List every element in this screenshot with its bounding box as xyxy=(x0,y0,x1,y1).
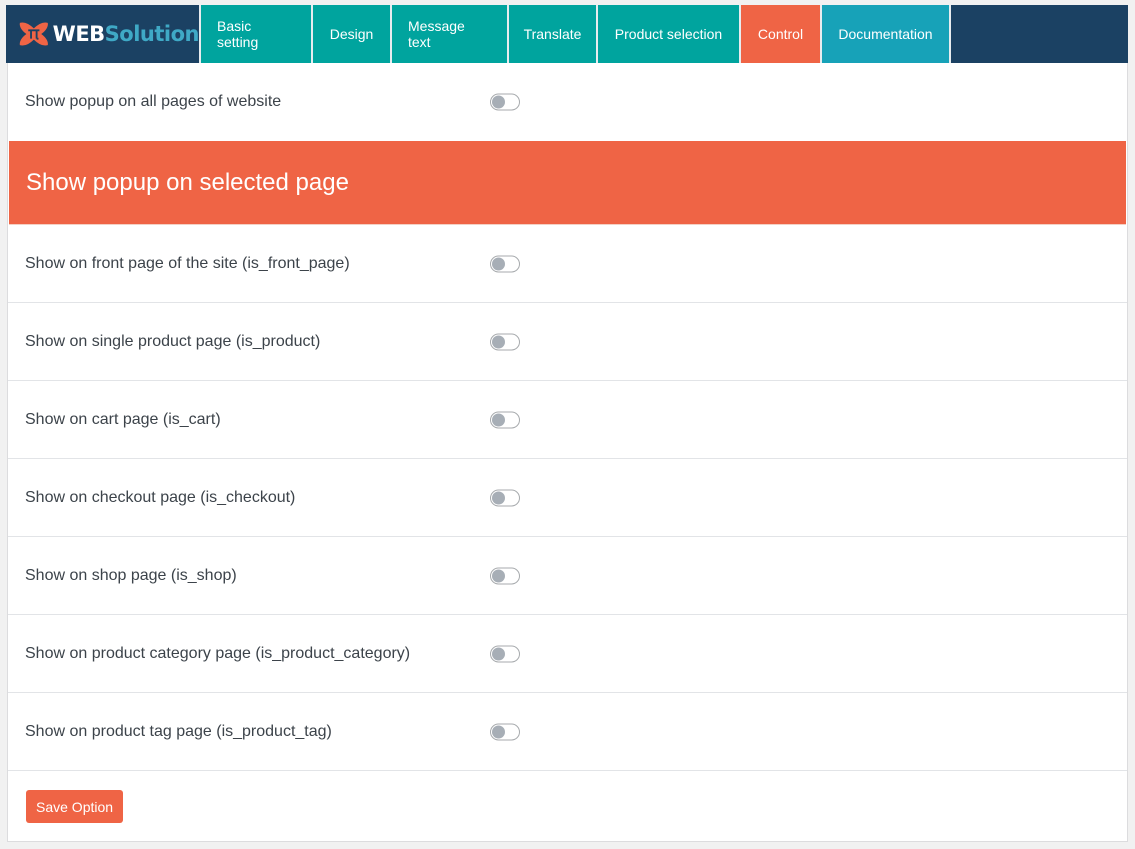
option-row-product-category: Show on product category page (is_produc… xyxy=(8,615,1127,693)
form-footer: Save Option xyxy=(8,771,1127,840)
brand-logo[interactable]: WEBSolution xyxy=(6,5,200,63)
option-row-product: Show on single product page (is_product) xyxy=(8,303,1127,381)
brand-word-web: WEB xyxy=(52,22,106,46)
option-label: Show on checkout page (is_checkout) xyxy=(25,488,296,506)
option-label: Show on cart page (is_cart) xyxy=(25,410,221,428)
toggle-knob xyxy=(492,725,505,738)
option-row-front-page: Show on front page of the site (is_front… xyxy=(8,225,1127,303)
toggle-product[interactable] xyxy=(490,333,520,350)
option-row-checkout: Show on checkout page (is_checkout) xyxy=(8,459,1127,537)
top-navigation-bar: WEBSolution Basic setting Design Message… xyxy=(6,5,1128,63)
toggle-product-category[interactable] xyxy=(490,645,520,662)
toggle-cart[interactable] xyxy=(490,411,520,428)
tab-translate[interactable]: Translate xyxy=(507,5,596,63)
brand-name: WEBSolution xyxy=(52,22,200,46)
option-row-cart: Show on cart page (is_cart) xyxy=(8,381,1127,459)
control-settings-panel: Show popup on all pages of website Show … xyxy=(7,63,1128,842)
toggle-knob xyxy=(492,647,505,660)
toggle-knob xyxy=(492,257,505,270)
option-label: Show on product category page (is_produc… xyxy=(25,644,411,662)
section-header: Show popup on selected page xyxy=(9,141,1126,225)
tab-control[interactable]: Control xyxy=(739,5,820,63)
toggle-knob xyxy=(492,335,505,348)
tab-message-text[interactable]: Message text xyxy=(390,5,507,63)
toggle-knob xyxy=(492,491,505,504)
save-option-button[interactable]: Save Option xyxy=(26,790,124,823)
brand-word-solution: Solution xyxy=(104,22,200,46)
section-title: Show popup on selected page xyxy=(26,168,349,196)
option-label: Show on front page of the site (is_front… xyxy=(25,254,350,272)
option-label: Show on product tag page (is_product_tag… xyxy=(25,722,332,740)
toggle-product-tag[interactable] xyxy=(490,723,520,740)
tab-documentation[interactable]: Documentation xyxy=(820,5,951,63)
option-row-product-tag: Show on product tag page (is_product_tag… xyxy=(8,693,1127,771)
toggle-knob xyxy=(492,95,505,109)
option-label: Show on shop page (is_shop) xyxy=(25,566,237,584)
option-label: Show popup on all pages of website xyxy=(25,93,282,110)
tab-product-selection[interactable]: Product selection xyxy=(596,5,739,63)
pi-x-logo-icon xyxy=(19,22,48,46)
option-row-all-pages: Show popup on all pages of website xyxy=(8,63,1127,141)
toggle-shop[interactable] xyxy=(490,567,520,584)
toggle-knob xyxy=(492,413,505,426)
toggle-checkout[interactable] xyxy=(490,489,520,506)
tab-design[interactable]: Design xyxy=(311,5,390,63)
toggle-knob xyxy=(492,569,505,582)
toggle-all-pages[interactable] xyxy=(490,93,520,111)
settings-tabs: Basic setting Design Message text Transl… xyxy=(199,5,951,63)
option-label: Show on single product page (is_product) xyxy=(25,332,321,350)
tab-basic-setting[interactable]: Basic setting xyxy=(199,5,311,63)
toggle-front-page[interactable] xyxy=(490,255,520,272)
option-row-shop: Show on shop page (is_shop) xyxy=(8,537,1127,615)
